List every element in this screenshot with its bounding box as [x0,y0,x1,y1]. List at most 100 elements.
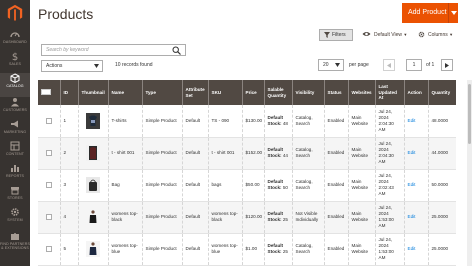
layout-icon [10,141,20,151]
chevron-right-icon [445,63,449,68]
cell-sku: TS - 090 [207,105,242,138]
salable-stock-label: Default Stock: [267,211,284,222]
sidebar-item-customers[interactable]: Customers [0,97,30,121]
salable-stock-label: Default Stock: [267,147,284,158]
cube-icon [10,73,20,83]
column-header-sku[interactable]: SKU [207,80,242,105]
cell-websites: Main Website [347,137,375,170]
product-thumbnail-womens-top-blue[interactable] [86,241,100,257]
edit-link[interactable]: Edit [408,118,416,123]
scrollbar-thumb[interactable] [468,84,471,144]
row-select-cell [38,201,60,234]
sidebar-item-reports[interactable]: Reports [0,163,30,187]
row-checkbox[interactable] [45,182,52,188]
row-select-cell [38,169,60,202]
per-page-select[interactable]: 20 [318,59,344,71]
edit-link[interactable]: Edit [408,150,416,155]
cell-status: Enabled [323,137,348,170]
sidebar-item-sales[interactable]: $ Sales [0,51,30,75]
column-header-visibility[interactable]: Visibility [291,80,324,105]
sidebar-item-label: Catalog [6,84,24,88]
add-product-button[interactable]: Add Product [402,3,458,23]
mass-select-checkbox[interactable] [41,88,51,95]
row-checkbox[interactable] [45,214,52,220]
cell-last-updated: Jul 24, 2024 2:04:30 AM [374,105,404,138]
sidebar-item-marketing[interactable]: Marketing [0,119,30,143]
column-header-status[interactable]: Status [323,80,348,105]
cell-last-updated: Jul 24, 2024 1:53:00 AM [374,233,404,266]
next-page-button[interactable] [441,59,453,71]
row-checkbox[interactable] [45,246,52,252]
column-header-attribute-set[interactable]: Attribute Set [181,80,208,105]
filters-button[interactable]: Filters [319,29,353,41]
column-header-price[interactable]: Price [241,80,264,105]
product-thumbnail-tshirt[interactable] [86,112,100,129]
mass-select-header[interactable] [38,80,60,105]
table-row[interactable]: 5 womens top-blue Simple Product Default… [38,233,456,266]
column-header-action: Action [403,80,428,105]
cell-id: 5 [59,233,78,266]
previous-page-button[interactable] [383,59,395,71]
table-row[interactable]: 4 womens top-black Simple Product Defaul… [38,201,456,234]
salable-stock-value: 48 [282,120,288,126]
edit-link[interactable]: Edit [408,182,416,187]
sidebar-item-system[interactable]: System [0,207,30,231]
sidebar-item-catalog[interactable]: Catalog [0,73,30,97]
column-header-type[interactable]: Type [141,80,182,105]
column-header-websites[interactable]: Websites [347,80,375,105]
column-header-last-updated[interactable]: Last Updated At [374,80,404,105]
cell-last-updated: Jul 24, 2024 1:53:00 AM [374,201,404,234]
sidebar-item-partners[interactable]: Find Partners & Extensions [0,231,30,263]
product-thumbnail-tshirt[interactable] [86,145,100,161]
product-thumbnail-bag[interactable] [86,177,100,193]
row-checkbox[interactable] [45,150,52,156]
cell-action: Edit [403,201,428,234]
vertical-scrollbar[interactable] [467,80,472,266]
cell-attribute-set: Default [181,105,208,138]
column-header-name[interactable]: Name [107,80,142,105]
table-row[interactable]: 3 Bag Simple Product Default bags $50.00… [38,169,456,202]
cell-visibility: Catalog, Search [291,137,324,170]
current-page-input[interactable]: 1 [406,59,422,71]
cell-type: Simple Product [141,137,182,170]
cell-sku: bags [207,169,242,202]
search-button[interactable] [168,44,186,56]
product-thumbnail-womens-top-black[interactable] [86,209,100,225]
cell-name: womens top-blue [107,233,142,266]
table-row[interactable]: 1 T-shirts Simple Product Default TS - 0… [38,105,456,138]
eye-icon [362,32,371,36]
sidebar-item-label: Stores [7,196,23,200]
cell-price: $1.00 [241,233,264,266]
chevron-down-icon [451,11,457,15]
column-header-id[interactable]: ID [59,80,78,105]
cell-thumbnail [77,137,108,170]
column-header-quantity[interactable]: Quantity [427,80,456,105]
sidebar-item-content[interactable]: Content [0,141,30,165]
mass-actions-select[interactable]: Actions [41,60,103,72]
cell-id: 2 [59,137,78,170]
dollar-icon: $ [12,52,18,61]
cell-action: Edit [403,233,428,266]
puzzle-icon [11,233,19,240]
edit-link[interactable]: Edit [408,214,416,219]
salable-stock-value: 44 [282,153,288,158]
chevron-down-icon [335,63,340,67]
add-product-label: Add Product [408,9,447,16]
salable-stock-value: 50 [282,185,288,190]
magento-logo-icon[interactable] [6,4,24,22]
view-switcher[interactable]: Default View ▼ [362,30,407,40]
sidebar-item-stores[interactable]: Stores [0,185,30,209]
cell-websites: Main Website [347,169,375,202]
edit-link[interactable]: Edit [408,246,416,251]
bar-chart-icon [11,165,19,172]
cell-id: 4 [59,201,78,234]
sidebar-item-dashboard[interactable]: Dashboard [0,29,30,53]
columns-control[interactable]: Columns ▼ [418,30,453,40]
cell-name: T-shirts [107,105,142,138]
megaphone-icon [11,120,18,128]
add-product-dropdown-toggle[interactable] [448,3,458,23]
row-checkbox[interactable] [45,117,52,124]
search-input[interactable]: Search by keyword [41,44,169,56]
row-select-cell [38,105,60,138]
table-row[interactable]: 2 t - shirt 001 Simple Product Default t… [38,137,456,170]
